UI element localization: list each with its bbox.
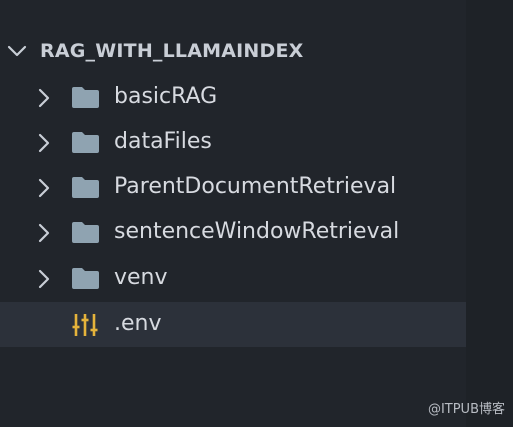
chevron-right-icon (38, 269, 50, 289)
tree-item-basicrag[interactable]: basicRAG (0, 75, 466, 120)
tree-item-sentencewindowretrieval[interactable]: sentenceWindowRetrieval (0, 210, 466, 255)
folder-icon (72, 87, 99, 108)
scrollbar-track[interactable] (466, 0, 513, 427)
chevron-right-icon (38, 178, 50, 198)
tree-item-label: dataFiles (114, 129, 212, 154)
chevron-right-icon (38, 133, 50, 153)
watermark: @ITPUB博客 (427, 402, 505, 417)
chevron-right-icon (38, 88, 50, 108)
tree-item-env[interactable]: .env (0, 302, 466, 347)
chevron-right-icon (38, 223, 50, 243)
project-title: RAG_WITH_LLAMAINDEX (40, 40, 304, 62)
tree-item-parentdocumentretrieval[interactable]: ParentDocumentRetrieval (0, 165, 466, 210)
folder-icon (72, 132, 99, 153)
folder-icon (72, 222, 99, 243)
chevron-down-icon (7, 45, 27, 57)
tree-item-label: .env (114, 311, 162, 336)
tree-item-label: sentenceWindowRetrieval (114, 219, 400, 244)
tree-item-label: ParentDocumentRetrieval (114, 174, 397, 199)
project-header[interactable]: RAG_WITH_LLAMAINDEX (0, 30, 466, 74)
tree-item-label: basicRAG (114, 84, 218, 109)
tree-item-datafiles[interactable]: dataFiles (0, 120, 466, 165)
folder-icon (72, 177, 99, 198)
tree-item-label: venv (114, 265, 168, 290)
tree-item-venv[interactable]: venv (0, 256, 466, 301)
settings-sliders-icon (72, 314, 98, 336)
explorer-panel: RAG_WITH_LLAMAINDEX basicRAG dataFiles P… (0, 0, 466, 427)
folder-icon (72, 268, 99, 289)
